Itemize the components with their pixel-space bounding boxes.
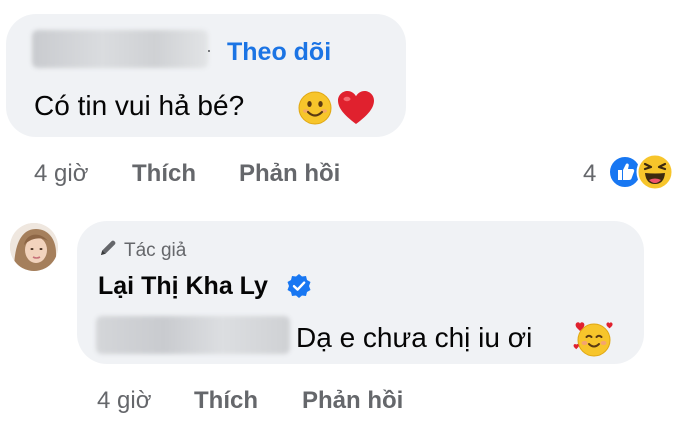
reply-like-button[interactable]: Thích: [194, 387, 258, 415]
verified-badge-icon: [287, 274, 311, 298]
blurred-commenter-name: [32, 30, 208, 68]
name-separator: ·: [206, 40, 212, 60]
haha-icon[interactable]: [636, 153, 674, 191]
follow-link[interactable]: Theo dõi: [227, 38, 331, 67]
author-badge-label: Tác giả: [124, 240, 187, 261]
red-heart-icon: [338, 91, 374, 124]
avatar-image: [10, 223, 58, 271]
comment-time: 4 giờ: [34, 160, 89, 187]
author-avatar[interactable]: [10, 223, 58, 271]
like-button[interactable]: Thích: [132, 160, 196, 188]
pen-icon: [101, 240, 116, 255]
smiling-face-with-hearts-icon: [573, 322, 613, 357]
reply-text: Dạ e chưa chị iu ơi: [296, 322, 533, 353]
reply-time: 4 giờ: [97, 387, 152, 414]
reply-button[interactable]: Phản hồi: [239, 160, 340, 188]
reply-reply-button[interactable]: Phản hồi: [302, 387, 403, 415]
smiling-face-icon: [298, 91, 332, 125]
reaction-count[interactable]: 4: [583, 160, 596, 188]
blurred-mention: [96, 316, 290, 354]
comment-text: Có tin vui hả bé?: [34, 90, 245, 121]
reply-author-name[interactable]: Lại Thị Kha Ly: [98, 272, 268, 301]
